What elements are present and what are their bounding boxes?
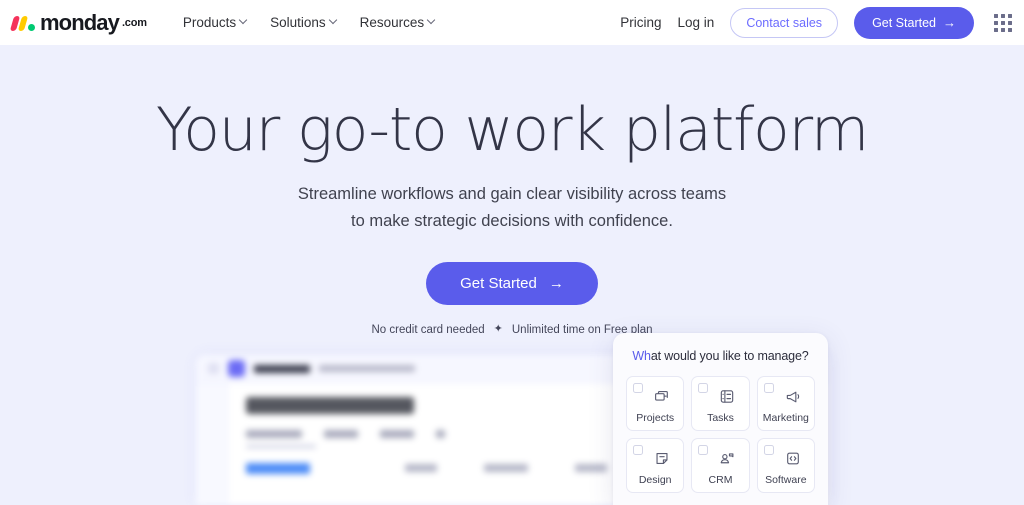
hero-get-started-button[interactable]: Get Started → [426, 261, 598, 305]
manage-selection-modal: What would you like to manage? Projects [613, 333, 828, 505]
checkbox-tasks[interactable] [698, 383, 709, 393]
mockup-group-name [246, 462, 310, 474]
mockup-tab-kanban [324, 430, 358, 438]
crm-contacts-icon [719, 450, 736, 467]
chevron-down-icon [240, 17, 247, 24]
option-tile-software[interactable]: Software [756, 438, 815, 493]
mockup-active-tab-underline [246, 445, 316, 448]
hero-subheading: Streamline workflows and gain clear visi… [0, 181, 1024, 234]
nav-item-pricing[interactable]: Pricing [620, 15, 661, 30]
modal-title: What would you like to manage? [626, 349, 815, 363]
nav-item-solutions-label: Solutions [270, 15, 326, 30]
nav-item-resources-label: Resources [359, 15, 425, 30]
monday-logo[interactable]: monday .com [9, 9, 147, 35]
top-navigation-bar: monday .com Products Solutions Resources [0, 0, 1024, 45]
monday-logo-mark [9, 14, 35, 31]
mockup-app-logo-icon [228, 360, 245, 377]
mockup-tab-gantt [380, 430, 414, 438]
mockup-column-timeline [484, 464, 528, 472]
option-label-design: Design [638, 473, 672, 486]
mockup-column-date [575, 464, 607, 472]
option-label-marketing: Marketing [762, 411, 809, 424]
mockup-sidebar [196, 383, 228, 505]
nav-item-solutions[interactable]: Solutions [270, 15, 337, 30]
mockup-column-owner [405, 464, 437, 472]
logo-dot-green-icon [28, 24, 35, 31]
grid-apps-icon[interactable] [994, 13, 1012, 32]
option-tile-crm[interactable]: CRM [691, 438, 750, 493]
task-list-icon [719, 388, 736, 405]
manage-option-grid: Projects Tasks Marketing Design CRM Soft… [626, 376, 815, 493]
hero-subheading-line-2: to make strategic decisions with confide… [351, 211, 673, 230]
sparkle-icon: ✦ [493, 323, 503, 336]
primary-nav-links: Products Solutions Resources [183, 15, 435, 30]
option-tile-marketing[interactable]: Marketing [756, 376, 815, 431]
checkbox-projects[interactable] [633, 383, 643, 393]
option-label-crm: CRM [708, 473, 733, 486]
hero-subheading-line-1: Streamline workflows and gain clear visi… [297, 185, 727, 204]
mockup-board-title [246, 397, 414, 414]
option-label-software: Software [765, 473, 807, 486]
nav-get-started-label: Get Started [872, 15, 936, 30]
nav-item-login[interactable]: Log in [678, 15, 715, 30]
contact-sales-button[interactable]: Contact sales [730, 7, 839, 38]
nav-item-products-label: Products [182, 15, 237, 30]
hero-cta-wrapper: Get Started → [0, 261, 1024, 305]
nav-item-resources[interactable]: Resources [360, 15, 436, 30]
modal-title-highlight: Wh [632, 349, 651, 363]
mockup-product-name-text [319, 365, 415, 372]
option-tile-projects[interactable]: Projects [626, 376, 685, 431]
boards-stack-icon [654, 388, 671, 405]
design-note-icon [654, 450, 671, 467]
mockup-brand-text [254, 364, 310, 373]
megaphone-icon [784, 388, 801, 405]
option-tile-tasks[interactable]: Tasks [691, 376, 750, 431]
option-label-tasks: Tasks [707, 411, 734, 424]
checkbox-crm[interactable] [698, 445, 709, 455]
chevron-down-icon [330, 17, 337, 24]
hero-get-started-label: Get Started [460, 274, 537, 292]
nav-item-products[interactable]: Products [183, 15, 247, 30]
checkbox-software[interactable] [763, 445, 774, 455]
chevron-down-icon [428, 17, 435, 24]
option-label-projects: Projects [636, 411, 675, 424]
nav-left-group: monday .com Products Solutions Resources [0, 9, 435, 35]
hero-section: Your go-to work platform Streamline work… [0, 45, 1024, 336]
page-root: monday .com Products Solutions Resources [0, 0, 1024, 505]
nav-get-started-button[interactable]: Get Started → [854, 6, 974, 39]
arrow-right-icon: → [943, 15, 956, 30]
mockup-tab-main-table [246, 430, 302, 438]
logo-tld: .com [121, 16, 147, 29]
option-tile-design[interactable]: Design [626, 438, 685, 493]
nav-right-group: Pricing Log in Contact sales Get Started… [620, 6, 1024, 39]
arrow-right-icon: → [548, 274, 564, 292]
checkbox-design[interactable] [633, 445, 643, 455]
modal-title-rest: at would you like to manage? [650, 349, 809, 363]
mockup-tab-add [436, 430, 445, 438]
logo-wordmark: monday [40, 9, 120, 35]
code-brackets-icon [784, 450, 801, 467]
page-title: Your go-to work platform [155, 95, 870, 165]
hamburger-menu-icon [208, 363, 219, 374]
fineprint-no-credit-card: No credit card needed [371, 323, 485, 336]
hero-fineprint: No credit card needed ✦ Unlimited time o… [0, 324, 1024, 336]
checkbox-marketing[interactable] [763, 383, 774, 393]
